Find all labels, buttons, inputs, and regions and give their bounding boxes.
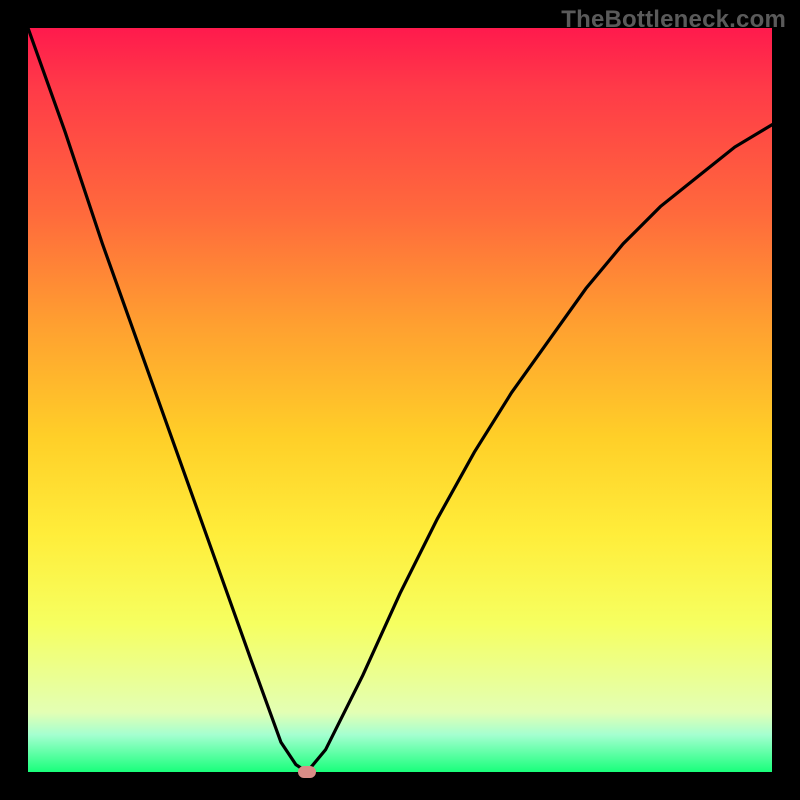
optimal-point-marker <box>298 766 316 778</box>
bottleneck-curve <box>28 28 772 772</box>
curve-svg <box>28 28 772 772</box>
watermark-text: TheBottleneck.com <box>561 6 786 34</box>
chart-frame: TheBottleneck.com <box>0 0 800 800</box>
plot-area <box>28 28 772 772</box>
